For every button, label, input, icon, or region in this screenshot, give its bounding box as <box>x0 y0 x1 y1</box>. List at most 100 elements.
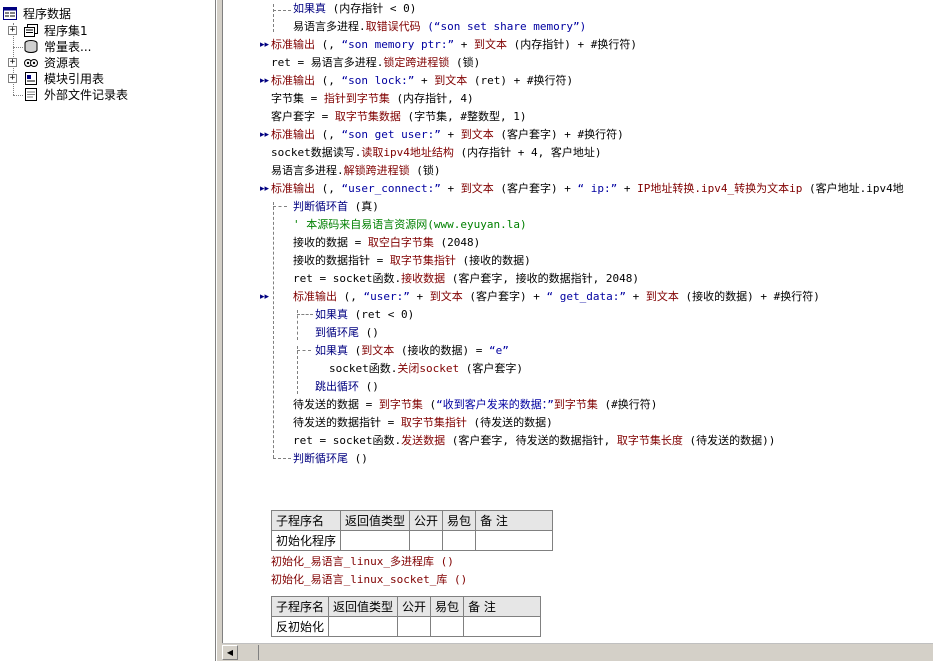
code-line[interactable]: ret = socket函数.发送数据 (客户套字, 待发送的数据指针, 取字节… <box>293 432 775 450</box>
cell-return-type[interactable] <box>328 616 399 637</box>
cell-subroutine-name[interactable]: 初始化程序 <box>270 530 342 551</box>
col-easy-package: 易包 <box>430 596 465 617</box>
code-token: “user_connect:” <box>341 182 441 195</box>
tree-expand-button[interactable]: + <box>8 74 17 83</box>
constant-table-icon <box>24 40 38 53</box>
code-line[interactable]: 标准输出 (, “user:” + 到文本 (客户套字) + “ get_dat… <box>293 288 820 306</box>
tree-item-external-files[interactable]: 外部文件记录表 <box>8 87 208 103</box>
code-line[interactable]: ' 本源码来自易语言资源网(www.eyuyan.la) <box>293 216 527 234</box>
call-line[interactable]: 初始化_易语言_linux_多进程库 () <box>271 553 454 571</box>
code-token: 读取ipv4地址结构 <box>361 146 454 159</box>
flow-line <box>273 206 287 207</box>
tree-expand-button[interactable]: + <box>8 58 17 67</box>
col-public: 公开 <box>409 510 444 531</box>
code-line[interactable]: socket函数.关闭socket (客户套字) <box>329 360 523 378</box>
code-line[interactable]: 接收的数据 = 取空白字节集 (2048) <box>293 234 480 252</box>
code-token: + <box>454 38 474 51</box>
code-line[interactable]: 判断循环尾 () <box>293 450 368 468</box>
code-line[interactable]: 待发送的数据 = 到字节集 (“收到客户发来的数据：”到字节集 (#换行符) <box>293 396 657 414</box>
code-token: 到字节集 <box>553 398 598 411</box>
code-line[interactable]: 标准输出 (, “son lock:” + 到文本 (ret) + #换行符) <box>271 72 573 90</box>
resource-table-icon <box>24 59 38 67</box>
code-token: () <box>359 380 379 393</box>
cell-remarks[interactable] <box>475 530 554 551</box>
flow-line <box>273 10 291 11</box>
tree-item-modules[interactable]: + 模块引用表 <box>8 71 208 87</box>
code-token: (#换行符) <box>597 398 658 411</box>
call-line[interactable]: 初始化_易语言_linux_socket_库 () <box>271 571 467 589</box>
col-public: 公开 <box>397 596 432 617</box>
cell-easy-package[interactable] <box>442 530 477 551</box>
code-token: 指针到字节集 <box>323 92 390 105</box>
code-line[interactable]: 易语言多进程.解锁跨进程锁 (锁) <box>271 162 441 180</box>
cell-subroutine-name[interactable]: 反初始化 <box>270 616 330 637</box>
cell-public[interactable] <box>409 530 444 551</box>
col-remarks: 备 注 <box>463 596 542 617</box>
cell-remarks[interactable] <box>463 616 542 637</box>
tree-item-constants[interactable]: 常量表... <box>8 39 208 55</box>
code-token: (, <box>315 128 342 141</box>
code-token: 判断循环尾 <box>293 452 348 465</box>
code-token: 到文本 <box>645 290 679 303</box>
code-line[interactable]: ret = 易语言多进程.锁定跨进程锁 (锁) <box>271 54 480 72</box>
tree-item-resources[interactable]: + 资源表 <box>8 55 208 71</box>
code-line[interactable]: 判断循环首 (真) <box>293 198 379 216</box>
code-token: 如果真 <box>315 308 348 321</box>
tree-item-label: 程序集1 <box>44 24 88 38</box>
code-token: 待发送的数据 = <box>293 398 379 411</box>
code-token: 取字节集长度 <box>616 434 683 447</box>
code-line[interactable]: ret = socket函数.接收数据 (客户套字, 接收的数据指针, 2048… <box>293 270 639 288</box>
code-line[interactable]: socket数据读写.读取ipv4地址结构 (内存指针 + 4, 客户地址) <box>271 144 601 162</box>
code-token: socket函数. <box>329 362 398 375</box>
code-token: IP地址转换.ipv4_转换为文本ip <box>637 182 803 195</box>
code-token: socket数据读写. <box>271 146 362 159</box>
code-token: (内存指针, 4) <box>389 92 474 105</box>
code-token: 解锁跨进程锁 <box>343 164 410 177</box>
code-token: 到文本 <box>460 182 494 195</box>
scroll-left-icon[interactable]: ◀ <box>222 645 238 660</box>
code-editor[interactable]: ▸▸ ▸▸ ▸▸ ▸▸ ▸▸ 如果真 (内存指针 < 0) 易语言多进程.取错误代… <box>222 0 933 643</box>
code-line[interactable]: 跳出循环 () <box>315 378 379 396</box>
subroutine-table-init[interactable]: 子程序名 返回值类型 公开 易包 备 注 初始化程序 <box>270 510 554 551</box>
code-line[interactable]: 如果真 (到文本 (接收的数据) = “e” <box>315 342 509 360</box>
code-token: () <box>359 326 379 339</box>
horizontal-scrollbar[interactable]: ◀ <box>222 643 933 661</box>
code-token: 到文本 <box>429 290 463 303</box>
code-token: “user:” <box>363 290 410 303</box>
code-token: 标准输出 <box>271 182 315 195</box>
scroll-thumb[interactable] <box>258 645 271 660</box>
flow-line <box>273 4 274 32</box>
module-reference-icon <box>25 72 37 85</box>
flow-line <box>273 202 274 458</box>
cell-return-type[interactable] <box>340 530 411 551</box>
code-line[interactable]: 易语言多进程.取错误代码 (“son set share memory”) <box>293 18 586 36</box>
code-token: () <box>348 452 368 465</box>
cell-easy-package[interactable] <box>430 616 465 637</box>
code-token: (客户套字) + <box>462 290 547 303</box>
subroutine-table-uninit[interactable]: 子程序名 返回值类型 公开 易包 备 注 反初始化 <box>270 596 542 637</box>
tree-expand-button[interactable]: + <box>8 26 17 35</box>
code-token: + <box>440 182 461 195</box>
code-line[interactable]: 如果真 (内存指针 < 0) <box>293 0 416 18</box>
tree-root-label: 程序数据 <box>23 7 72 21</box>
code-line[interactable]: 标准输出 (, “son memory ptr:” + 到文本 (内存指针) +… <box>271 36 637 54</box>
code-line[interactable]: 到循环尾 () <box>315 324 379 342</box>
output-marker-icon: ▸▸ <box>260 292 270 302</box>
code-line[interactable]: 字节集 = 指针到字节集 (内存指针, 4) <box>271 90 474 108</box>
code-line[interactable]: 待发送的数据指针 = 取字节集指针 (待发送的数据) <box>293 414 553 432</box>
code-token: 发送数据 <box>401 434 446 447</box>
code-token: 接收的数据指针 = <box>293 254 390 267</box>
code-token: (, <box>315 182 342 195</box>
col-easy-package: 易包 <box>442 510 477 531</box>
code-token: ret = 易语言多进程. <box>271 56 384 69</box>
code-line[interactable]: 标准输出 (, “son get user:” + 到文本 (客户套字) + #… <box>271 126 624 144</box>
tree-item-program-set[interactable]: + 程序集1 <box>8 23 208 39</box>
code-line[interactable]: 如果真 (ret < 0) <box>315 306 414 324</box>
code-line[interactable]: 客户套字 = 取字节集数据 (字节集, #整数型, 1) <box>271 108 526 126</box>
code-token: (客户套字, 待发送的数据指针, <box>445 434 617 447</box>
code-line[interactable]: 标准输出 (, “user_connect:” + 到文本 (客户套字) + “… <box>271 180 904 198</box>
code-token: ( <box>422 398 437 411</box>
code-line[interactable]: 接收的数据指针 = 取字节集指针 (接收的数据) <box>293 252 531 270</box>
cell-public[interactable] <box>397 616 432 637</box>
flow-line <box>297 346 298 394</box>
